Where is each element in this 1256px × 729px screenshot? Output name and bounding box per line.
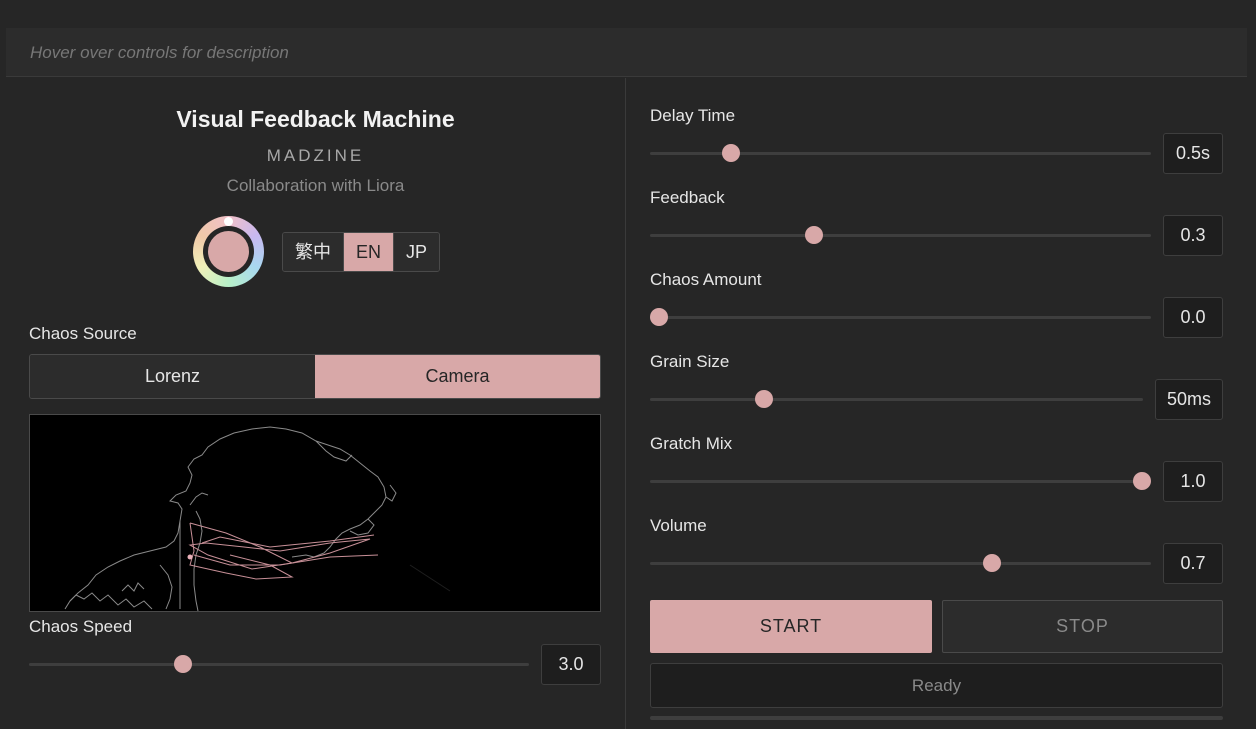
grain-size-label: Grain Size (650, 352, 730, 371)
grain-size-value: 50ms (1155, 379, 1223, 420)
chaos-amount-label: Chaos Amount (650, 270, 762, 289)
feedback-label: Feedback (650, 188, 725, 207)
source-button-camera[interactable]: Camera (315, 355, 600, 398)
start-button[interactable]: START (650, 600, 932, 653)
logo-core (208, 231, 249, 272)
volume-label: Volume (650, 516, 707, 535)
chaos-speed-value: 3.0 (541, 644, 601, 685)
collaboration-text: Collaboration with Liora (226, 176, 405, 195)
status-progress-bar (650, 716, 1223, 720)
camera-preview (29, 414, 601, 612)
gratch-mix-thumb[interactable] (1133, 472, 1151, 490)
volume-thumb[interactable] (983, 554, 1002, 572)
feedback-thumb[interactable] (804, 226, 823, 244)
gratch-mix-value: 1.0 (1163, 461, 1223, 502)
grain-size-slider[interactable] (650, 390, 1143, 408)
lang-button-en[interactable]: EN (344, 233, 395, 271)
delay-time-slider[interactable] (650, 144, 1151, 162)
gratch-mix-slider[interactable] (650, 472, 1151, 490)
volume-value: 0.7 (1163, 543, 1223, 584)
source-button-lorenz[interactable]: Lorenz (30, 355, 315, 398)
status-display: Ready (650, 663, 1223, 708)
left-panel: Visual Feedback Machine MADZINE Collabor… (6, 78, 625, 729)
chaos-speed-slider[interactable] (29, 655, 529, 673)
chaos-amount-value: 0.0 (1163, 297, 1223, 338)
right-panel: Delay Time 0.5s Feedback 0.3 Chaos Amoun… (626, 78, 1256, 729)
brand-subtitle: MADZINE (266, 146, 365, 165)
logo-ring-icon[interactable] (193, 216, 264, 287)
volume-slider[interactable] (650, 554, 1151, 572)
camera-edge-outline (64, 426, 451, 612)
chaos-source-label: Chaos Source (29, 324, 137, 343)
chaos-amount-thumb[interactable] (650, 308, 668, 326)
feedback-value: 0.3 (1163, 215, 1223, 256)
hint-bar: Hover over controls for description (6, 28, 1247, 77)
logo-indicator-dot (224, 217, 233, 226)
feedback-slider[interactable] (650, 226, 1151, 244)
grain-size-thumb[interactable] (754, 390, 773, 408)
app-title: Visual Feedback Machine (176, 106, 455, 132)
gratch-mix-label: Gratch Mix (650, 434, 733, 453)
delay-time-value: 0.5s (1163, 133, 1223, 174)
chaos-speed-thumb[interactable] (173, 655, 192, 673)
chaos-source-selector: Lorenz Camera (29, 354, 601, 399)
delay-time-label: Delay Time (650, 106, 736, 125)
chaos-speed-label: Chaos Speed (29, 617, 133, 636)
language-selector: 繁中 EN JP (282, 232, 441, 272)
chaos-amount-slider[interactable] (650, 308, 1151, 326)
delay-time-thumb[interactable] (722, 144, 741, 162)
stop-button[interactable]: STOP (942, 600, 1223, 653)
lang-button-jp[interactable]: JP (394, 233, 440, 271)
lang-button-zh[interactable]: 繁中 (283, 233, 344, 271)
hint-text: Hover over controls for description (30, 43, 289, 62)
